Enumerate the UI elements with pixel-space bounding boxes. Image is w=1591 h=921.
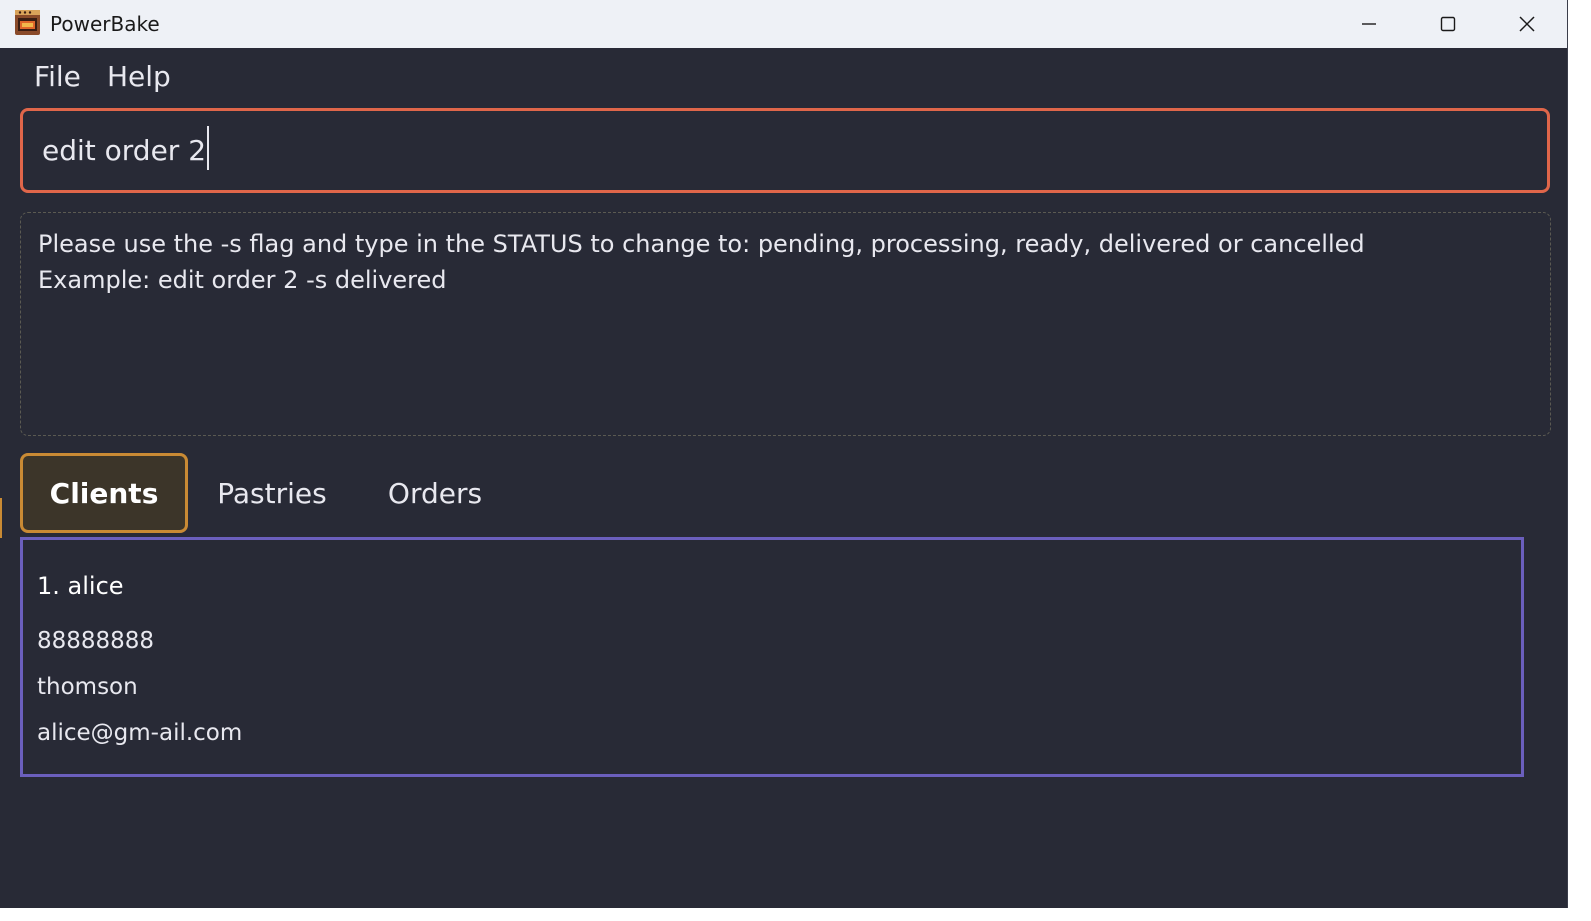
tab-clients[interactable]: Clients	[20, 453, 188, 533]
close-button[interactable]	[1488, 0, 1566, 48]
client-list[interactable]: 1. alice 88888888 thomson alice@gm-ail.c…	[20, 537, 1524, 777]
client-email: alice@gm-ail.com	[37, 720, 243, 746]
tab-orders[interactable]: Orders	[350, 453, 520, 533]
menu-bar: File Help	[0, 48, 1567, 106]
command-input-text: edit order 2	[42, 134, 207, 167]
window-title: PowerBake	[50, 12, 160, 36]
result-message-line: Please use the -s flag and type in the S…	[38, 230, 1365, 258]
result-display: Please use the -s flag and type in the S…	[20, 212, 1551, 436]
minimize-button[interactable]	[1330, 0, 1408, 48]
maximize-icon	[1440, 16, 1456, 32]
client-name: 1. alice	[37, 572, 124, 600]
list-item[interactable]: 1. alice 88888888 thomson alice@gm-ail.c…	[37, 568, 242, 756]
result-example-line: Example: edit order 2 -s delivered	[38, 266, 447, 294]
oven-icon	[14, 9, 41, 36]
client-address: thomson	[37, 674, 138, 700]
text-caret	[207, 125, 210, 170]
window-edge-accent	[0, 498, 2, 538]
tab-pastries[interactable]: Pastries	[188, 453, 356, 533]
tab-bar: Clients Pastries Orders	[20, 453, 1550, 533]
client-phone: 88888888	[37, 628, 155, 654]
minimize-icon	[1361, 16, 1377, 32]
command-input[interactable]: edit order 2	[20, 108, 1550, 193]
title-bar: PowerBake	[0, 0, 1567, 48]
menu-help[interactable]: Help	[107, 60, 171, 93]
close-icon	[1518, 15, 1536, 33]
app-window: PowerBake File Help edit order 2 Please …	[0, 0, 1568, 908]
maximize-button[interactable]	[1409, 0, 1487, 48]
menu-file[interactable]: File	[34, 60, 81, 93]
